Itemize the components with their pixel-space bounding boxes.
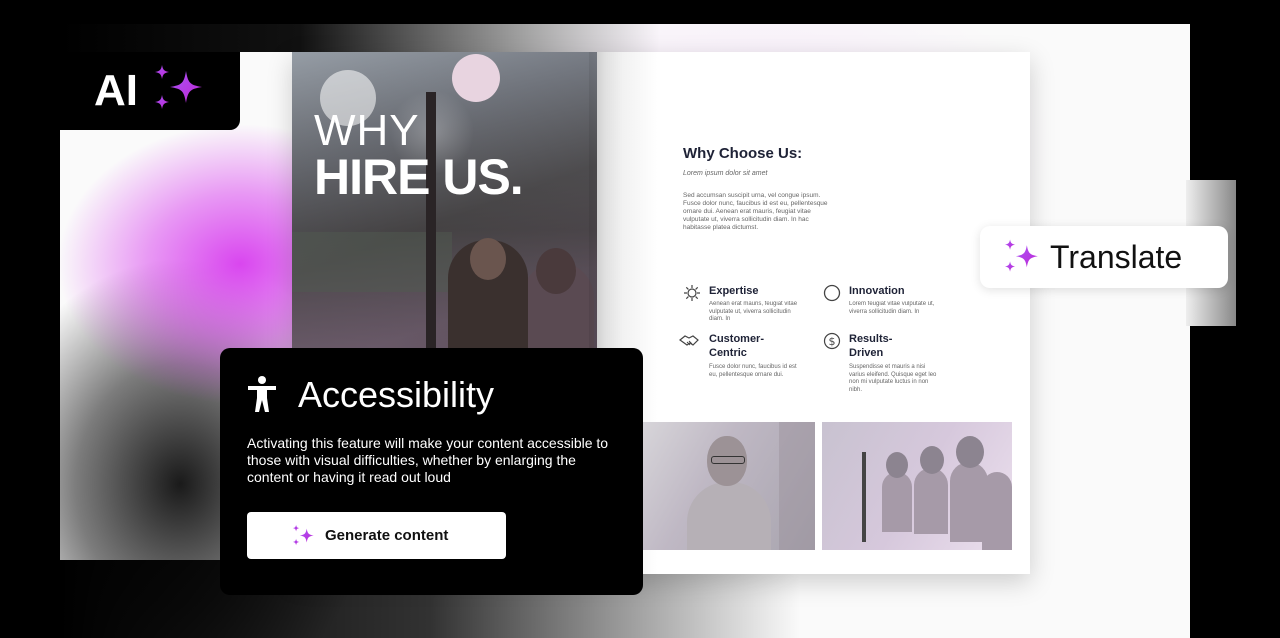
brochure-cover-page: WHY HIRE US. [292, 52, 597, 348]
section-intro: Sed accumsan suscipit urna, vel congue i… [683, 192, 828, 231]
handshake-icon [679, 332, 701, 350]
photo-man-glasses [639, 422, 815, 550]
photo-person-body [982, 472, 1012, 550]
feature-description: Aenean erat mauris, feugiat vitae vulput… [709, 301, 798, 322]
accessibility-description: Activating this feature will make your c… [247, 435, 609, 485]
feature-title: Expertise [709, 285, 759, 297]
circle-icon [823, 284, 841, 302]
feature-title-line: Centric [709, 347, 747, 359]
cover-photo-person-head [470, 238, 506, 280]
photo-lamp-stand [862, 452, 866, 542]
cover-photo-pole [426, 92, 436, 348]
section-subheading: Lorem ipsum dolor sit amet [683, 170, 768, 177]
photo-person-head [886, 452, 908, 478]
background-shadow-top [60, 24, 660, 52]
feature-title: Innovation [849, 285, 905, 297]
feature-description: Suspendisse et mauris a nisi varius elei… [849, 364, 937, 393]
feature-results-driven: $ Results- Driven Suspendisse et mauris … [823, 332, 943, 398]
photo-person-head [920, 446, 944, 474]
ai-badge-label: AI [94, 66, 138, 115]
section-heading: Why Choose Us: [683, 145, 803, 162]
feature-expertise: Expertise Aenean erat mauris, feugiat vi… [683, 284, 803, 329]
translate-button[interactable]: Translate [980, 226, 1228, 288]
generate-content-button[interactable]: Generate content [247, 512, 506, 559]
accessibility-title: Accessibility [298, 374, 495, 415]
svg-text:$: $ [829, 335, 836, 348]
photo-man-body [687, 482, 771, 550]
cover-photo-person-head [536, 248, 576, 294]
sparkle-icon [152, 63, 204, 120]
photo-person-head [956, 436, 984, 468]
dollar-icon: $ [823, 332, 841, 350]
photo-person-body [914, 468, 948, 534]
cover-title-bold: HIRE US. [314, 149, 524, 205]
brochure-content-page: Why Choose Us: Lorem ipsum dolor sit ame… [597, 52, 1030, 574]
feature-title-line: Driven [849, 347, 884, 359]
feature-title-line: Customer- [709, 333, 765, 345]
accessibility-card: Accessibility Activating this feature wi… [220, 348, 643, 595]
photo-team-desk [822, 422, 1012, 550]
photo-wall [779, 422, 815, 550]
feature-innovation: Innovation Lorem feugiat vitae vulputate… [823, 284, 943, 329]
feature-description: Fusce dolor nunc, faucibus id est eu, pe… [709, 364, 797, 378]
photo-person-body [882, 472, 912, 532]
feature-title-line: Results- [849, 333, 893, 345]
generate-content-label: Generate content [325, 527, 449, 544]
feature-customer-centric: Customer- Centric Fusce dolor nunc, fauc… [679, 332, 803, 392]
cover-photo-lamp [452, 54, 500, 102]
accessibility-person-icon [246, 376, 278, 412]
feature-description: Lorem feugiat vitae vulputate ut, viverr… [849, 301, 935, 315]
sparkle-icon [291, 524, 315, 548]
translate-label: Translate [1050, 238, 1183, 275]
ai-badge: AI [60, 52, 240, 130]
sparkle-icon [1002, 238, 1040, 276]
photo-man-glasses-frame [711, 456, 745, 464]
gear-icon [683, 284, 701, 302]
canvas: AI WHY HIRE US. Why Choose Us: Lorem ips… [0, 0, 1280, 638]
